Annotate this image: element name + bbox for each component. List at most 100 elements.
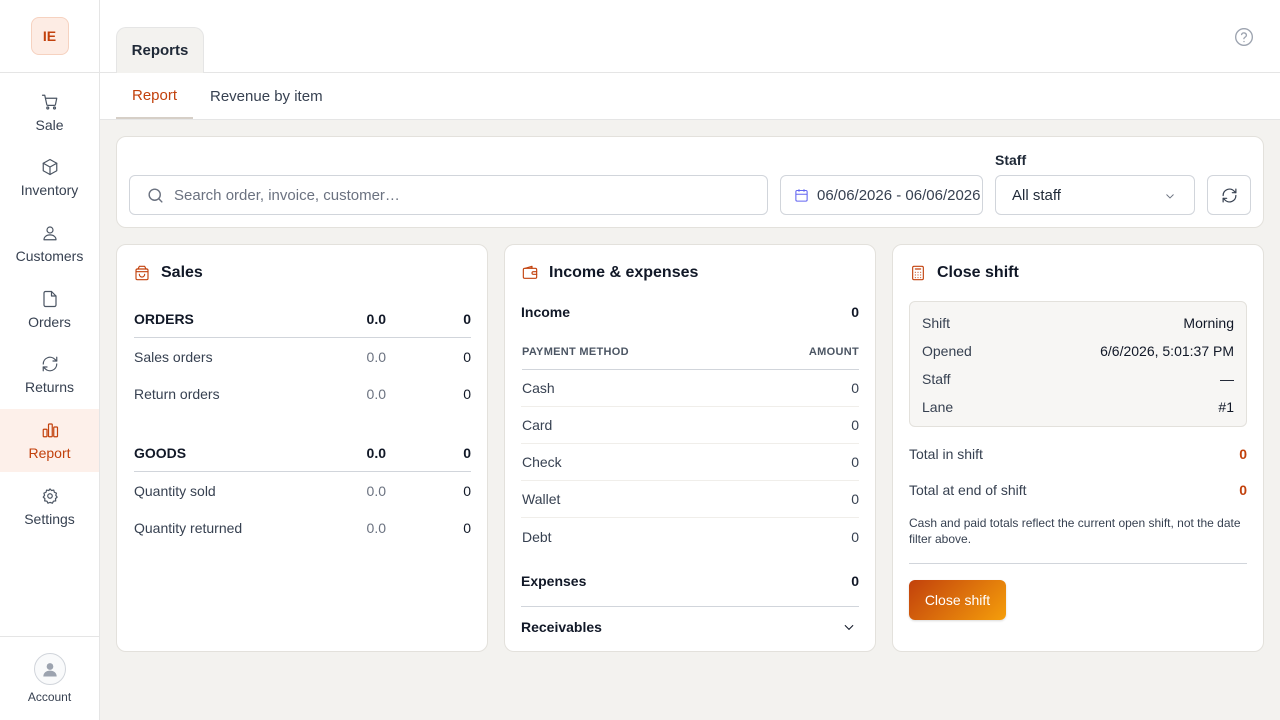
shift-detail-row: Opened 6/6/2026, 5:01:37 PM xyxy=(922,337,1234,365)
sidebar-item-returns[interactable]: Returns xyxy=(0,344,99,407)
close-shift-button[interactable]: Close shift xyxy=(909,580,1006,620)
payment-row-wallet: Wallet 0 xyxy=(521,481,859,518)
account-button[interactable]: Account xyxy=(0,636,99,720)
sidebar-item-orders[interactable]: Orders xyxy=(0,278,99,341)
help-circle-icon xyxy=(1235,28,1253,46)
receivables-label: Receivables xyxy=(521,618,602,635)
row-count: 0 xyxy=(463,385,471,402)
search-input[interactable] xyxy=(174,186,734,204)
income-label: Income xyxy=(521,303,571,320)
date-range-picker[interactable]: 06/06/2026 - 06/06/2026 xyxy=(780,175,983,215)
shift-detail-row: Lane #1 xyxy=(922,393,1234,421)
row-label: Quantity sold xyxy=(134,482,216,499)
payment-row-cash: Cash 0 xyxy=(521,370,859,407)
row-value: 0.0 xyxy=(366,348,386,365)
row-count: 0 xyxy=(463,348,471,365)
shopping-bag-icon xyxy=(135,265,149,281)
row-label: Quantity returned xyxy=(134,519,243,536)
tab-reports[interactable]: Reports xyxy=(116,27,204,73)
shift-details: Shift Morning Opened 6/6/2026, 5:01:37 P… xyxy=(909,301,1247,427)
method-label: Check xyxy=(522,454,562,470)
method-label: Card xyxy=(522,417,553,433)
app-logo[interactable]: IE xyxy=(30,17,69,55)
staff-filter-label: Staff xyxy=(995,152,1027,168)
shift-detail-row: Staff — xyxy=(922,365,1234,393)
goods-header-row: GOODS 0.0 0 xyxy=(134,435,471,472)
help-button[interactable] xyxy=(1234,27,1254,47)
sidebar-nav: Sale Inventory Customers Orders Returns … xyxy=(0,73,99,538)
calculator-icon xyxy=(912,265,924,281)
detail-label: Opened xyxy=(922,343,972,359)
gear-icon xyxy=(42,487,58,504)
payment-row-card: Card 0 xyxy=(521,407,859,444)
avatar xyxy=(33,653,66,685)
method-label: Debt xyxy=(522,528,552,545)
method-amount: 0 xyxy=(851,491,859,507)
method-label: Cash xyxy=(522,380,555,396)
chevron-down-icon xyxy=(1166,194,1174,199)
payment-table-header: PAYMENT METHOD AMOUNT xyxy=(522,335,859,370)
sidebar: IE Sale Inventory Customers Orders Retur… xyxy=(0,0,100,720)
shift-detail-row: Shift Morning xyxy=(922,309,1234,337)
sales-orders-row: Sales orders 0.0 0 xyxy=(134,338,471,375)
search-box xyxy=(129,175,768,215)
sidebar-item-report[interactable]: Report xyxy=(0,409,99,473)
income-value: 0 xyxy=(851,303,859,320)
shift-note: Cash and paid totals reflect the current… xyxy=(909,516,1241,546)
sidebar-item-label: Settings xyxy=(24,510,75,527)
detail-label: Shift xyxy=(922,315,951,331)
refresh-icon xyxy=(1222,188,1236,202)
sidebar-item-inventory[interactable]: Inventory xyxy=(0,147,99,210)
row-label: Sales orders xyxy=(134,348,213,365)
tab-report[interactable]: Report xyxy=(116,73,194,119)
goods-header-value: 0.0 xyxy=(366,445,386,461)
sidebar-item-label: Inventory xyxy=(20,182,79,199)
detail-value: #1 xyxy=(1218,399,1234,415)
income-card-title: Income & expenses xyxy=(522,264,698,282)
tab-revenue-by-item[interactable]: Revenue by item xyxy=(194,73,339,119)
receivables-toggle[interactable]: Receivables xyxy=(521,606,859,646)
return-orders-row: Return orders 0.0 0 xyxy=(134,375,471,412)
sidebar-item-sale[interactable]: Sale xyxy=(0,81,99,144)
row-value: 0.0 xyxy=(366,519,386,536)
user-icon xyxy=(42,226,57,241)
detail-value: 6/6/2026, 5:01:37 PM xyxy=(1100,343,1234,359)
quantity-returned-row: Quantity returned 0.0 0 xyxy=(134,509,471,546)
filter-bar: 06/06/2026 - 06/06/2026 Staff All staff xyxy=(116,136,1264,228)
goods-header-label: GOODS xyxy=(134,445,187,461)
income-total-row: Income 0 xyxy=(521,293,859,330)
refresh-button[interactable] xyxy=(1207,175,1251,215)
row-label: Return orders xyxy=(134,385,220,402)
row-count: 0 xyxy=(463,519,471,536)
account-label: Account xyxy=(27,690,72,704)
total-end-shift-row: Total at end of shift 0 xyxy=(909,472,1247,508)
detail-value: — xyxy=(1220,371,1234,387)
sidebar-item-label: Report xyxy=(28,444,71,461)
sidebar-item-label: Sale xyxy=(35,116,64,133)
refresh-icon xyxy=(42,356,57,372)
report-subtabs: Report Revenue by item xyxy=(100,73,1280,120)
col-payment-method: PAYMENT METHOD xyxy=(522,346,629,358)
expenses-row: Expenses 0 xyxy=(521,562,859,599)
quantity-sold-row: Quantity sold 0.0 0 xyxy=(134,472,471,509)
orders-header-row: ORDERS 0.0 0 xyxy=(134,301,471,338)
income-title: Income & expenses xyxy=(549,264,699,281)
detail-label: Staff xyxy=(922,371,951,387)
staff-select[interactable]: All staff xyxy=(995,175,1195,215)
orders-header-label: ORDERS xyxy=(134,311,194,327)
orders-header-count: 0 xyxy=(463,311,471,327)
bar-chart-icon xyxy=(42,423,58,438)
method-amount: 0 xyxy=(851,454,859,470)
shift-title: Close shift xyxy=(937,264,1019,281)
shift-card-title: Close shift xyxy=(910,264,1019,282)
detail-label: Lane xyxy=(922,399,954,415)
box-icon xyxy=(42,159,57,176)
top-header: Reports xyxy=(100,0,1280,73)
sidebar-item-settings[interactable]: Settings xyxy=(0,475,99,538)
goods-header-count: 0 xyxy=(463,445,471,461)
close-shift-card: Close shift Shift Morning Opened 6/6/202… xyxy=(892,244,1264,652)
row-value: 0.0 xyxy=(366,385,386,402)
calendar-icon xyxy=(795,189,808,202)
orders-header-value: 0.0 xyxy=(366,311,386,327)
sidebar-item-customers[interactable]: Customers xyxy=(0,212,99,275)
